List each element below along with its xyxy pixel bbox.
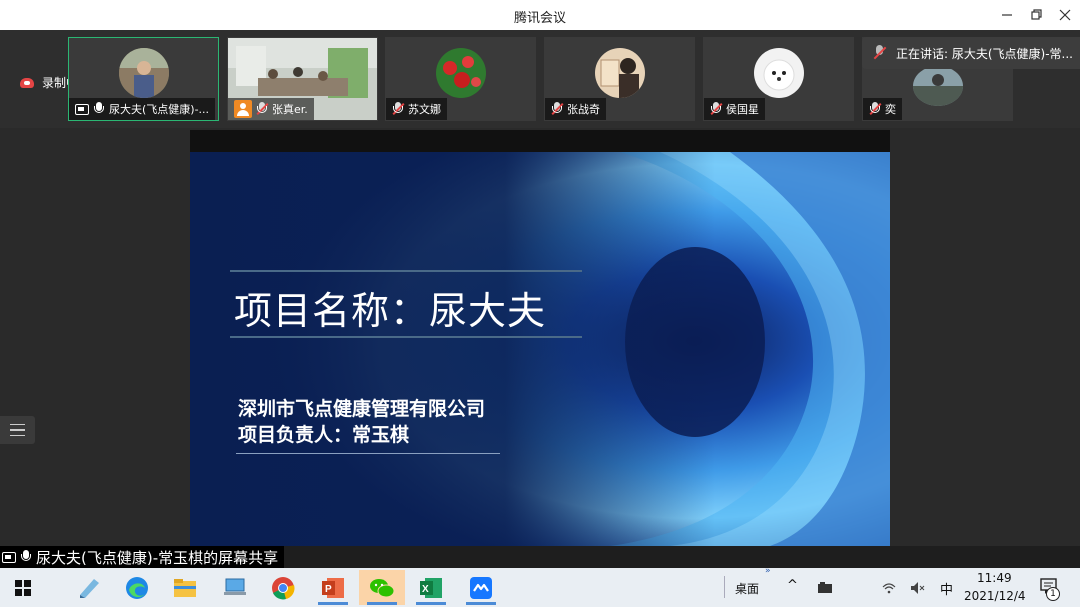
chrome-icon: [272, 576, 295, 599]
slide-top-bar: [190, 130, 890, 152]
participant-avatar: [435, 48, 486, 98]
screen-share-stage: 项目名称：尿大夫 深圳市飞点健康管理有限公司 项目负责人：常玉棋: [0, 128, 1080, 546]
title-top-rule: [230, 270, 582, 272]
edge-browser-icon: [126, 576, 148, 599]
taskbar-app-chrome[interactable]: [260, 570, 306, 605]
volume-muted-icon[interactable]: [910, 581, 926, 595]
taskbar-app-edge[interactable]: [114, 570, 160, 605]
avatar-dog-photo: [753, 48, 804, 98]
computer-icon: [224, 578, 246, 595]
taskbar-app-powerpoint[interactable]: P: [310, 570, 356, 605]
svg-text:X: X: [422, 584, 429, 595]
active-speaker-indicator: 正在讲话: 尿大夫(飞点健康)-常...: [862, 37, 1080, 69]
record-cloud-icon: [20, 77, 34, 88]
screen-share-icon: [75, 103, 89, 115]
microphone-icon: [93, 102, 105, 116]
participant-avatar: [594, 48, 645, 98]
participant-avatar: [912, 66, 963, 106]
participant-avatar: [118, 48, 169, 98]
window-title: 腾讯会议: [513, 11, 566, 26]
share-banner: 尿大夫(飞点健康)-常玉棋的屏幕共享: [0, 546, 1080, 568]
participant-name: 奕: [885, 103, 896, 116]
participant-tile[interactable]: 张战奇: [544, 37, 695, 121]
participant-name-bar: 张战奇: [545, 98, 606, 120]
muted-microphone-icon: [256, 102, 269, 116]
slide-owner: 项目负责人：常玉棋: [238, 424, 410, 446]
start-button[interactable]: [0, 570, 46, 605]
participant-avatar: [753, 48, 804, 98]
toolbar-expand-icon[interactable]: »: [765, 566, 771, 576]
taskbar-app-notepad[interactable]: [66, 570, 112, 605]
clock-time[interactable]: 11:49: [977, 571, 1012, 585]
muted-microphone-icon: [392, 102, 405, 116]
taskbar-app-file-explorer[interactable]: [162, 570, 208, 605]
participant-name-bar: 苏文娜: [386, 98, 447, 120]
avatar-photo: [912, 66, 963, 106]
participant-name-bar: 侯国星: [704, 98, 765, 120]
excel-icon: X: [420, 577, 442, 598]
participant-tile[interactable]: 张真er.: [227, 37, 378, 121]
wechat-icon: [370, 578, 395, 597]
participant-tile[interactable]: 侯国星: [703, 37, 854, 121]
tencent-meeting-icon: [470, 576, 492, 599]
muted-microphone-icon: [869, 102, 882, 116]
microphone-icon: [20, 550, 32, 564]
restore-button[interactable]: [1022, 0, 1052, 30]
muted-microphone-icon: [710, 102, 723, 116]
muted-microphone-icon: [551, 102, 564, 116]
clock-date[interactable]: 2021/12/4: [964, 589, 1026, 603]
notepad-icon: [80, 578, 99, 598]
svg-text:P: P: [325, 584, 332, 595]
title-bar: 腾讯会议: [0, 0, 1080, 30]
participant-name-bar: 奕: [863, 98, 902, 120]
windows-logo-icon: [15, 579, 31, 596]
minimize-button[interactable]: [992, 0, 1022, 30]
participant-name: 苏文娜: [408, 103, 441, 116]
slide-title: 项目名称：尿大夫: [234, 289, 547, 333]
ime-indicator[interactable]: 中: [940, 579, 953, 598]
participant-name: 张战奇: [567, 103, 600, 116]
participant-name-bar: 尿大夫(飞点健康)-...: [69, 98, 216, 120]
screen-share-icon: [2, 551, 16, 563]
show-hidden-icons-chevron-icon[interactable]: ^: [787, 578, 798, 593]
host-icon: [234, 100, 252, 118]
close-icon: [1059, 9, 1071, 21]
slide-background: [190, 152, 890, 546]
windows-taskbar: P X 桌面 » ^ 中 11:49 2021/12/4 1: [0, 566, 1080, 607]
participant-name: 侯国星: [726, 103, 759, 116]
shared-slide: 项目名称：尿大夫 深圳市飞点健康管理有限公司 项目负责人：常玉棋: [190, 152, 890, 546]
minimize-icon: [1002, 14, 1012, 16]
avatar-flower-photo: [435, 48, 486, 98]
share-banner-label: 尿大夫(飞点健康)-常玉棋的屏幕共享: [0, 546, 285, 568]
list-menu-button[interactable]: [0, 416, 35, 444]
notification-count-badge: 1: [1046, 587, 1060, 601]
avatar-photo: [594, 48, 645, 98]
participant-name: 尿大夫(飞点健康)-...: [109, 103, 210, 116]
meeting-app: 腾讯会议 录制中 尿大夫(飞点健康)-... 张真er. 苏文娜 张战奇 侯国星…: [0, 0, 1080, 607]
title-bottom-rule: [230, 336, 582, 338]
folder-icon: [174, 578, 196, 597]
slide-company: 深圳市飞点健康管理有限公司: [238, 398, 486, 420]
powerpoint-icon: P: [322, 577, 344, 598]
participant-name: 张真er.: [272, 103, 308, 116]
taskbar-app-wechat[interactable]: [359, 570, 405, 605]
taskbar-app-tencent-meeting[interactable]: [458, 570, 504, 605]
share-banner-text: 尿大夫(飞点健康)-常玉棋的屏幕共享: [36, 548, 279, 567]
wifi-icon[interactable]: [882, 582, 896, 594]
desktop-toolbar-label[interactable]: 桌面: [735, 580, 759, 597]
taskbar-app-excel[interactable]: X: [408, 570, 454, 605]
device-tray-icon[interactable]: [817, 581, 833, 595]
participant-tile[interactable]: 苏文娜: [385, 37, 536, 121]
participant-name-bar: 张真er.: [228, 98, 314, 120]
participant-strip: 录制中 尿大夫(飞点健康)-... 张真er. 苏文娜 张战奇 侯国星 奕 正在…: [0, 30, 1080, 128]
taskbar-divider: [724, 576, 725, 598]
subtitle-rule: [236, 453, 500, 454]
taskbar-app-computer[interactable]: [212, 570, 258, 605]
active-speaker-text: 正在讲话: 尿大夫(飞点健康)-常...: [896, 46, 1073, 61]
avatar-photo: [118, 48, 169, 98]
close-button[interactable]: [1050, 0, 1080, 30]
participant-tile[interactable]: 尿大夫(飞点健康)-...: [68, 37, 219, 121]
muted-microphone-icon: [872, 45, 888, 61]
restore-icon: [1031, 9, 1042, 20]
